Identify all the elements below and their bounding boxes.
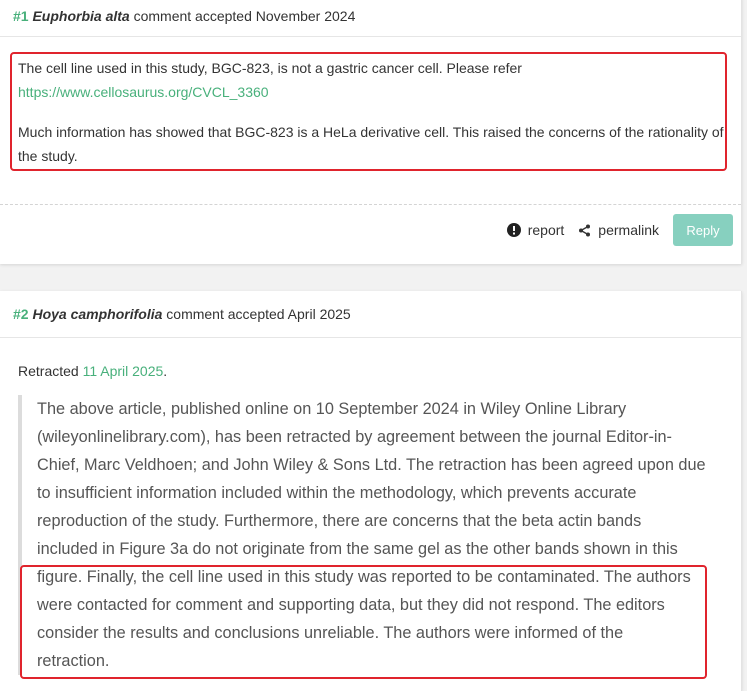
exclamation-circle-icon	[506, 223, 521, 237]
comment-status: comment accepted November 2024	[133, 8, 356, 24]
comment-author[interactable]: Hoya camphorifolia	[32, 306, 162, 322]
retracted-suffix: .	[163, 363, 168, 379]
highlight-box	[10, 52, 727, 171]
quote-line: (wileyonlinelibrary.com), has been retra…	[37, 428, 672, 446]
comment-actions: report permalink Reply	[506, 213, 733, 247]
comment-number: #2	[13, 306, 29, 322]
reply-button[interactable]: Reply	[673, 214, 733, 246]
permalink-button[interactable]: permalink	[578, 222, 659, 238]
comment-header: #1 Euphorbia alta comment accepted Novem…	[0, 0, 741, 37]
share-icon	[579, 224, 591, 236]
quote-line: included in Figure 3a do not originate f…	[37, 540, 678, 558]
comment-status: comment accepted April 2025	[166, 306, 351, 322]
comment-number: #1	[13, 8, 29, 24]
retraction-notice: Retracted 11 April 2025.	[18, 359, 167, 383]
quote-line: to insufficient information included wit…	[37, 484, 637, 502]
retraction-date-link[interactable]: 11 April 2025	[83, 363, 164, 379]
quote-line: Chief, Marc Veldhoen; and John Wiley & S…	[37, 456, 706, 474]
permalink-label: permalink	[598, 222, 659, 238]
comment-card-1: #1 Euphorbia alta comment accepted Novem…	[0, 0, 742, 264]
highlight-box	[20, 565, 707, 679]
comment-card-2: #2 Hoya camphorifolia comment accepted A…	[0, 291, 742, 691]
comment-author[interactable]: Euphorbia alta	[32, 8, 129, 24]
retracted-label: Retracted	[18, 363, 79, 379]
quote-line: The above article, published online on 1…	[37, 400, 627, 418]
divider	[0, 204, 741, 205]
comment-header: #2 Hoya camphorifolia comment accepted A…	[0, 291, 741, 338]
report-label: report	[527, 222, 565, 238]
quote-line: reproduction of the study. Furthermore, …	[37, 512, 642, 530]
report-button[interactable]: report	[506, 222, 565, 238]
